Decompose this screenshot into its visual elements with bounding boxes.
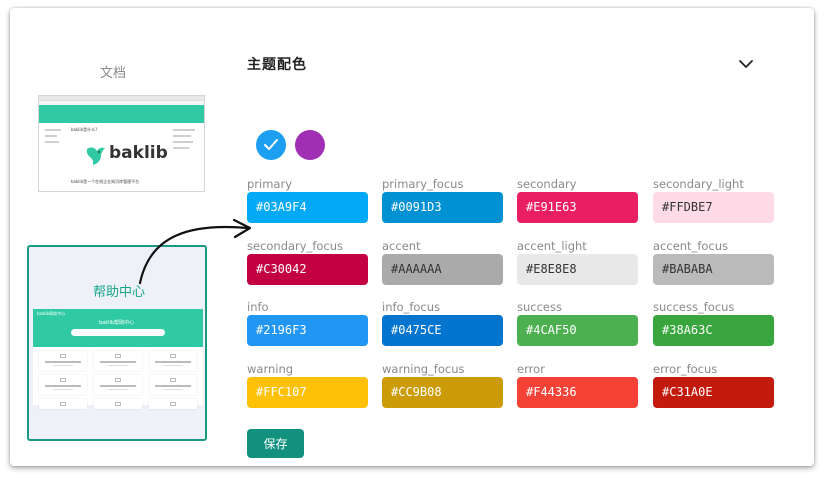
color-input-success-focus[interactable]: #38A63C (653, 315, 774, 346)
field-label-error: error (517, 362, 545, 376)
color-input-accent-focus[interactable]: #BABABA (653, 254, 774, 285)
chevron-down-icon[interactable] (738, 57, 754, 71)
help-center-preview: baklib帮助中心 baklib帮助中心 (33, 309, 203, 409)
field-label-accent: accent (382, 239, 421, 253)
save-button[interactable]: 保存 (247, 429, 304, 458)
swatch-blue[interactable] (256, 130, 286, 160)
doc-thumb-footer: baklib是一个在线企业知识库管理平台 (71, 179, 140, 184)
color-input-secondary[interactable]: #E91E63 (517, 192, 638, 223)
field-label-warning: warning (247, 362, 294, 376)
field-label-success: success (517, 300, 562, 314)
curved-arrow-icon (138, 218, 252, 285)
swatch-purple[interactable] (295, 130, 325, 160)
color-input-accent[interactable]: #AAAAAA (382, 254, 503, 285)
color-input-warning[interactable]: #FFC107 (247, 377, 368, 408)
field-label-secondary-light: secondary_light (653, 177, 744, 191)
color-input-primary[interactable]: #03A9F4 (247, 192, 368, 223)
field-label-accent-focus: accent_focus (653, 239, 729, 253)
color-input-error[interactable]: #F44336 (517, 377, 638, 408)
color-input-info-focus[interactable]: #0475CE (382, 315, 503, 346)
color-input-error-focus[interactable]: #C31A0E (653, 377, 774, 408)
template-doc-thumbnail[interactable]: baklib是什么? baklib baklib是一个在线企业知识库管理平台 (38, 95, 205, 192)
field-label-primary-focus: primary_focus (382, 177, 464, 191)
field-label-secondary-focus: secondary_focus (247, 239, 344, 253)
doc-thumb-title: baklib是什么? (71, 127, 98, 132)
theme-colors-title: 主题配色 (247, 57, 307, 73)
field-label-error-focus: error_focus (653, 362, 718, 376)
baklib-logo: baklib (85, 143, 168, 169)
color-input-warning-focus[interactable]: #CC9B08 (382, 377, 503, 408)
field-label-info: info (247, 300, 269, 314)
field-label-success-focus: success_focus (653, 300, 735, 314)
color-input-success[interactable]: #4CAF50 (517, 315, 638, 346)
bird-icon (86, 147, 105, 165)
color-input-primary-focus[interactable]: #0091D3 (382, 192, 503, 223)
field-label-accent-light: accent_light (517, 239, 587, 253)
color-input-info[interactable]: #2196F3 (247, 315, 368, 346)
color-input-secondary-focus[interactable]: #C30042 (247, 254, 368, 285)
field-label-warning-focus: warning_focus (382, 362, 465, 376)
color-input-secondary-light[interactable]: #FFDBE7 (653, 192, 774, 223)
color-input-accent-light[interactable]: #E8E8E8 (517, 254, 638, 285)
field-label-info-focus: info_focus (382, 300, 441, 314)
check-icon (264, 139, 278, 150)
template-doc-label: 文档 (100, 66, 127, 81)
field-label-primary: primary (247, 177, 293, 191)
field-label-secondary: secondary (517, 177, 577, 191)
